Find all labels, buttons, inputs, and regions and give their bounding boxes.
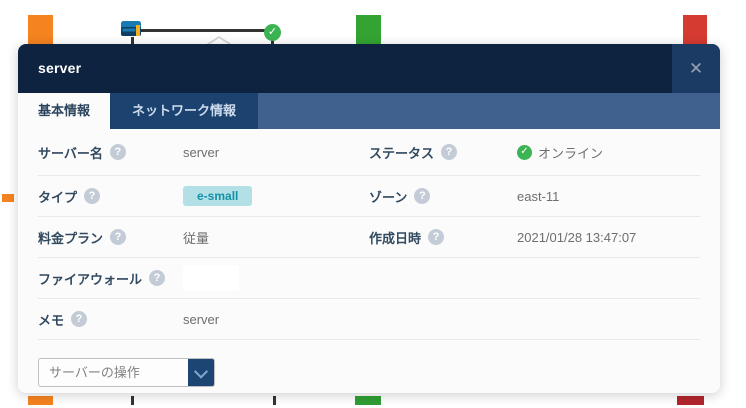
field-value: server [183,144,220,160]
field-value: east-11 [517,188,560,204]
help-icon[interactable]: ? [414,188,431,204]
close-icon: ✕ [688,58,704,78]
server-icon [120,20,144,39]
field-status: ステータス ? ✓ オンライン [369,143,700,162]
action-row: サーバーの操作 [38,358,700,387]
field-value: 従量 [183,230,210,246]
help-icon[interactable]: ? [109,144,126,160]
field-server-name: サーバー名 ? server [38,143,369,162]
topology-connector-line [140,29,268,32]
field-row: ファイアウォール ? [38,258,700,299]
field-value: server [183,311,220,327]
modal-header: server ✕ [18,44,720,93]
firewall-empty-value [183,265,239,291]
field-row: 料金プラン ? 従量 作成日時 ? 2021/01/28 13:47:07 [38,217,700,258]
tab-basic-info[interactable]: 基本情報 [18,93,111,129]
field-label: ステータス [369,145,435,161]
field-type: タイプ ? e-small [38,186,369,206]
background-green-block [356,15,381,46]
close-button[interactable]: ✕ [672,44,720,93]
status-value: ✓ オンライン [517,143,603,162]
server-action-select[interactable]: サーバーの操作 [38,358,215,387]
field-firewall: ファイアウォール ? [38,265,369,291]
field-row: サーバー名 ? server ステータス ? ✓ オンライン [38,129,700,176]
field-value: オンライン [538,145,604,161]
topology-stub-line [273,396,276,405]
background-green-block-bottom [355,396,381,405]
help-icon[interactable]: ? [110,229,127,245]
field-label: メモ [38,312,65,328]
background-orange-block-bottom [28,396,53,405]
chevron-down-icon [193,364,209,379]
field-row: メモ ? server [38,299,700,340]
server-action-select-label: サーバーの操作 [49,365,140,380]
page: ✓ server ✕ 基本情報 ネットワーク情報 サーバー名 ? server … [0,0,746,408]
field-label: タイプ [38,189,78,205]
field-label: ゾーン [369,189,408,205]
field-plan: 料金プラン ? 従量 [38,228,369,247]
background-red-block [683,15,707,46]
help-icon[interactable]: ? [428,229,445,245]
modal-body: サーバー名 ? server ステータス ? ✓ オンライン タイプ ? e-s… [18,129,720,387]
type-badge: e-small [183,186,253,206]
field-label: ファイアウォール [38,271,143,287]
field-row: タイプ ? e-small ゾーン ? east-11 [38,176,700,217]
field-label: サーバー名 [38,145,103,161]
topology-stub-line [131,396,134,405]
field-memo: メモ ? server [38,310,369,329]
status-check-icon: ✓ [264,24,281,41]
background-orange-sliver [2,194,14,202]
help-icon[interactable]: ? [84,188,101,204]
background-orange-block [28,15,53,46]
field-zone: ゾーン ? east-11 [369,187,700,206]
tab-network-info[interactable]: ネットワーク情報 [110,93,259,129]
help-icon[interactable]: ? [441,144,458,160]
server-detail-modal: server ✕ 基本情報 ネットワーク情報 サーバー名 ? server ステ… [18,44,720,393]
status-online-icon: ✓ [517,144,532,160]
field-value: 2021/01/28 13:47:07 [517,229,637,245]
field-created: 作成日時 ? 2021/01/28 13:47:07 [369,228,700,247]
field-label: 作成日時 [369,230,422,246]
tab-bar: 基本情報 ネットワーク情報 [18,93,720,129]
help-icon[interactable]: ? [71,311,88,327]
field-label: 料金プラン [38,230,104,246]
help-icon[interactable]: ? [149,270,166,286]
server-action-dropdown-button[interactable] [188,359,214,386]
modal-title: server [38,60,82,76]
background-red-block-bottom [677,396,704,405]
